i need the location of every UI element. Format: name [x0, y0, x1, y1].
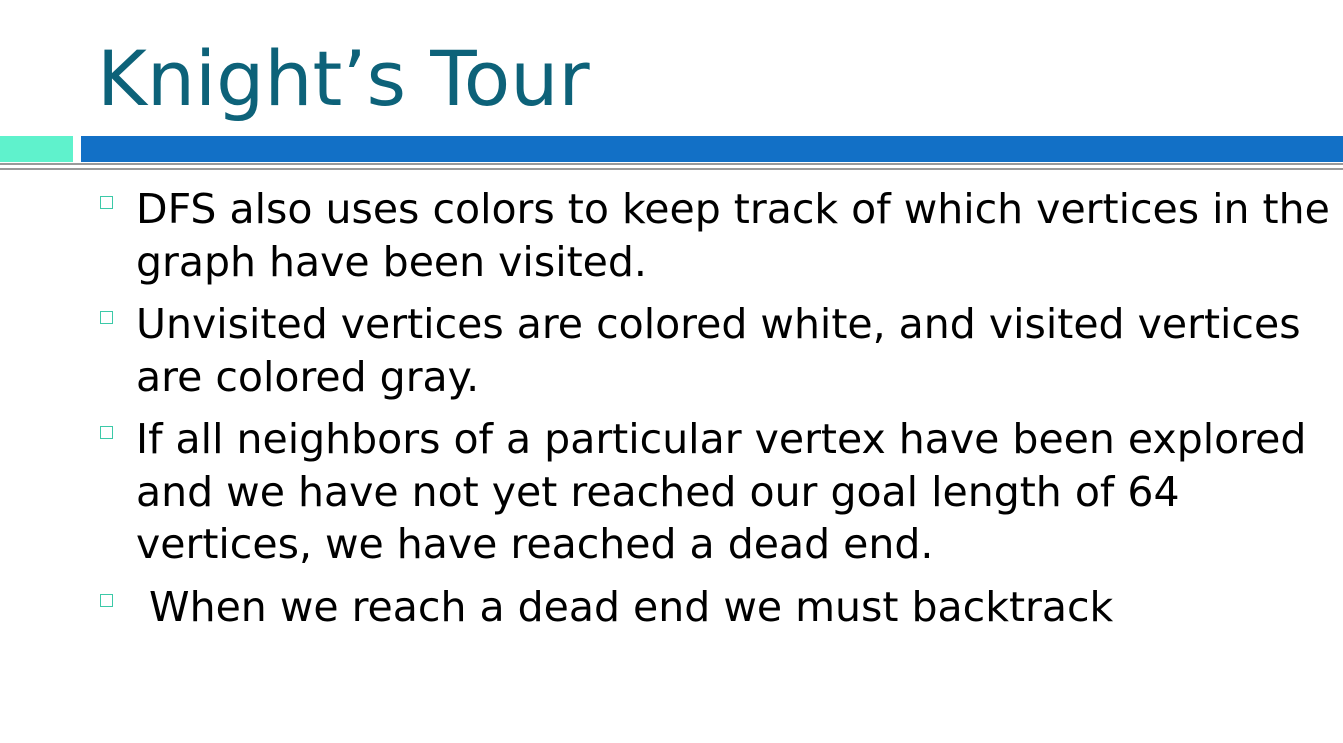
bullet-item: When we reach a dead end we must backtra…: [100, 581, 1330, 634]
slide-title: Knight’s Tour: [97, 34, 590, 123]
bullet-text: If all neighbors of a particular vertex …: [136, 415, 1320, 568]
bullet-text: DFS also uses colors to keep track of wh…: [136, 185, 1343, 286]
title-accent-main-bar: [81, 136, 1343, 162]
bullet-list: DFS also uses colors to keep track of wh…: [100, 183, 1330, 643]
square-bullet-icon: [100, 196, 113, 209]
bullet-item: Unvisited vertices are colored white, an…: [100, 298, 1330, 403]
bullet-text: Unvisited vertices are colored white, an…: [136, 300, 1314, 401]
title-divider-line: [0, 163, 1343, 165]
slide: Knight’s Tour DFS also uses colors to ke…: [0, 0, 1343, 743]
title-divider-line: [0, 168, 1343, 170]
bullet-text: When we reach a dead end we must backtra…: [136, 582, 1114, 631]
square-bullet-icon: [100, 426, 113, 439]
bullet-item: If all neighbors of a particular vertex …: [100, 413, 1330, 571]
bullet-item: DFS also uses colors to keep track of wh…: [100, 183, 1330, 288]
square-bullet-icon: [100, 311, 113, 324]
title-accent-left-bar: [0, 136, 73, 162]
square-bullet-icon: [100, 593, 113, 607]
